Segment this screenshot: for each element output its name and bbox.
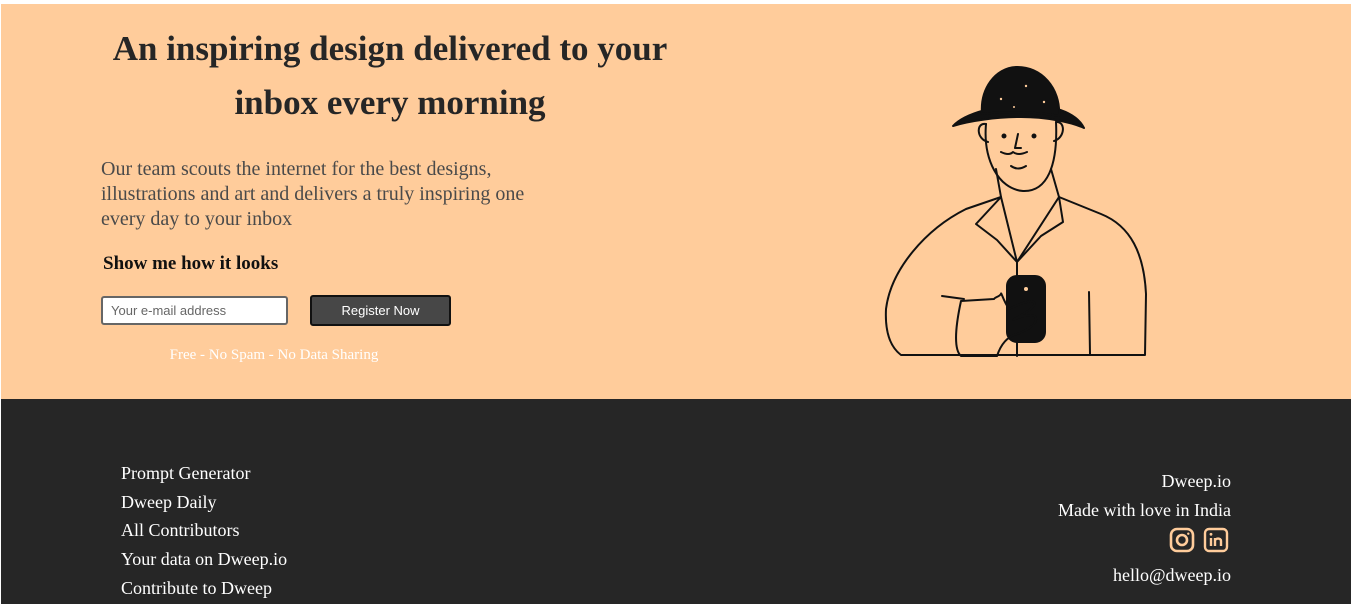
- footer-link-item: Prompt Generator: [121, 459, 287, 488]
- instagram-icon[interactable]: [1169, 527, 1195, 553]
- hero-headline: An inspiring design delivered to your in…: [112, 29, 668, 122]
- all-contributors-link[interactable]: All Contributors: [121, 520, 240, 540]
- contact-email-link[interactable]: hello@dweep.io: [1113, 565, 1231, 586]
- your-data-link[interactable]: Your data on Dweep.io: [121, 549, 287, 569]
- footer-link-item: All Contributors: [121, 516, 287, 545]
- cta-heading: Show me how it looks: [103, 253, 279, 274]
- hero-description: Our team scouts the internet for the bes…: [101, 158, 525, 230]
- footer-link-item: Dweep Daily: [121, 488, 287, 517]
- linkedin-icon[interactable]: [1203, 527, 1229, 553]
- footer-link-item: Your data on Dweep.io: [121, 545, 287, 574]
- footer: Prompt Generator Dweep Daily All Contrib…: [1, 399, 1351, 604]
- man-with-hat-holding-phone-illustration: [884, 65, 1147, 357]
- contribute-link[interactable]: Contribute to Dweep: [121, 578, 272, 598]
- dweep-daily-link[interactable]: Dweep Daily: [121, 492, 216, 512]
- register-button[interactable]: Register Now: [310, 295, 451, 326]
- social-links: [1169, 527, 1229, 553]
- footer-brand: Dweep.io: [1161, 471, 1231, 491]
- hero-section: An inspiring design delivered to your in…: [1, 4, 1351, 399]
- no-spam-tagline: Free - No Spam - No Data Sharing: [169, 347, 379, 363]
- prompt-generator-link[interactable]: Prompt Generator: [121, 463, 250, 483]
- made-with-love-text: Made with love in India: [1058, 500, 1231, 520]
- footer-links: Prompt Generator Dweep Daily All Contrib…: [121, 459, 287, 603]
- email-input[interactable]: [101, 296, 288, 325]
- footer-link-item: Contribute to Dweep: [121, 574, 287, 603]
